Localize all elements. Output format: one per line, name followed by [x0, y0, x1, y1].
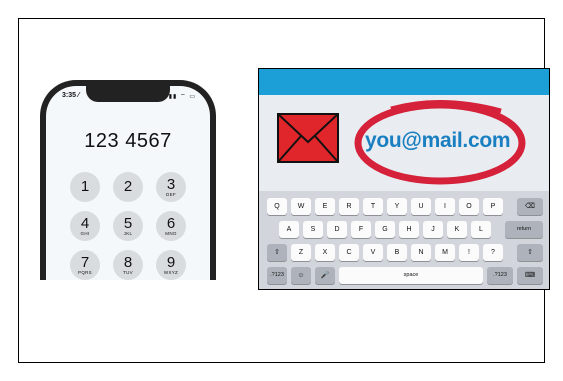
key-c[interactable]: C	[339, 244, 359, 261]
email-address: you@mail.com	[365, 129, 511, 152]
key-letters: MNO	[165, 231, 177, 236]
keyboard-row-1: Q W E R T Y U I O P ⌫	[259, 198, 549, 215]
key-n[interactable]: N	[411, 244, 431, 261]
numbers-key[interactable]: .?123	[267, 267, 287, 284]
key-digit: 2	[123, 178, 133, 195]
space-key[interactable]: space	[339, 267, 483, 284]
key-r[interactable]: R	[339, 198, 359, 215]
phone-screen: 3:35 ⁄ ▮▮ ⌔ ▭ 123 4567 1 2 3 DEF 4 GHI 5 JK…	[46, 86, 210, 280]
key-digit: 7	[80, 254, 90, 271]
key-u[interactable]: U	[411, 198, 431, 215]
key-y[interactable]: Y	[387, 198, 407, 215]
dial-key-4[interactable]: 4 GHI	[70, 211, 100, 241]
return-key[interactable]: return	[505, 221, 543, 238]
status-time: 3:35 ⁄	[62, 92, 80, 99]
key-letters: DEF	[166, 192, 176, 197]
dial-key-1[interactable]: 1	[70, 172, 100, 202]
shift-key[interactable]: ⇧	[517, 244, 543, 261]
on-screen-keyboard: Q W E R T Y U I O P ⌫ A S D F G H J K Lreturn ⇧ Z X C V B N M!? ⇧ …	[259, 191, 549, 289]
dialed-number: 123 4567	[84, 130, 172, 152]
key-digit: 8	[123, 254, 133, 271]
key-x[interactable]: X	[315, 244, 335, 261]
key-f[interactable]: F	[351, 221, 371, 238]
key-w[interactable]: W	[291, 198, 311, 215]
status-icons: ▮▮ ⌔ ▭	[168, 94, 196, 100]
key-a[interactable]: A	[279, 221, 299, 238]
dial-key-7[interactable]: 7 PQRS	[70, 250, 100, 280]
email-area: you@mail.com	[259, 95, 549, 191]
key-p[interactable]: P	[483, 198, 503, 215]
blue-header-bar	[259, 69, 549, 95]
key-j[interactable]: J	[423, 221, 443, 238]
key-d[interactable]: D	[327, 221, 347, 238]
keyboard-row-4: .?123 ☺ 🎤 space .?123 ⌨	[259, 267, 549, 284]
dial-key-9[interactable]: 9 WXYZ	[156, 250, 186, 280]
keyboard-row-3: ⇧ Z X C V B N M!? ⇧	[259, 244, 549, 261]
dial-key-6[interactable]: 6 MNO	[156, 211, 186, 241]
backspace-key[interactable]: ⌫	[517, 198, 543, 215]
key-q[interactable]: Q	[267, 198, 287, 215]
dial-keypad: 1 2 3 DEF 4 GHI 5 JKL 6 MNO 7 PQRS 8 TUV 9 WXYZ	[70, 172, 186, 280]
keyboard-row-2: A S D F G H J K Lreturn	[259, 221, 549, 238]
key-letters: TUV	[123, 270, 133, 275]
key-l[interactable]: L	[471, 221, 491, 238]
dial-key-3[interactable]: 3 DEF	[156, 172, 186, 202]
key-letters: WXYZ	[163, 270, 179, 275]
key-v[interactable]: V	[363, 244, 383, 261]
email-keyboard-card: you@mail.com Q W E R T Y U I O P ⌫ A S D F G H J K Lreturn…	[258, 68, 550, 290]
key-digit: 4	[80, 215, 90, 232]
key-digit: 6	[166, 215, 176, 232]
numbers-key[interactable]: .?123	[487, 267, 513, 284]
key-i[interactable]: I	[435, 198, 455, 215]
dial-key-5[interactable]: 5 JKL	[113, 211, 143, 241]
shift-key[interactable]: ⇧	[267, 244, 287, 261]
key-letters: PQRS	[78, 270, 92, 275]
key-digit: 1	[80, 178, 90, 195]
phone-notch	[86, 86, 170, 102]
key-b[interactable]: B	[387, 244, 407, 261]
key-e[interactable]: E	[315, 198, 335, 215]
mic-key[interactable]: 🎤	[315, 267, 335, 284]
hide-keyboard-key[interactable]: ⌨	[517, 267, 543, 284]
key-z[interactable]: Z	[291, 244, 311, 261]
key-o[interactable]: O	[459, 198, 479, 215]
key-t[interactable]: T	[363, 198, 383, 215]
key-letters: JKL	[123, 231, 133, 236]
emoji-key[interactable]: ☺	[291, 267, 311, 284]
key-g[interactable]: G	[375, 221, 395, 238]
key-letters: GHI	[80, 231, 90, 236]
key-m[interactable]: M	[435, 244, 455, 261]
dial-key-8[interactable]: 8 TUV	[113, 250, 143, 280]
key-digit: 3	[166, 176, 176, 193]
key-?[interactable]: ?	[483, 244, 503, 261]
key-h[interactable]: H	[399, 221, 419, 238]
envelope-icon	[277, 113, 339, 163]
key-digit: 5	[123, 215, 133, 232]
key-digit: 9	[166, 254, 176, 271]
phone-device: 3:35 ⁄ ▮▮ ⌔ ▭ 123 4567 1 2 3 DEF 4 GHI 5 JK…	[40, 80, 216, 280]
key-s[interactable]: S	[303, 221, 323, 238]
dial-key-2[interactable]: 2	[113, 172, 143, 202]
key-![interactable]: !	[459, 244, 479, 261]
key-k[interactable]: K	[447, 221, 467, 238]
